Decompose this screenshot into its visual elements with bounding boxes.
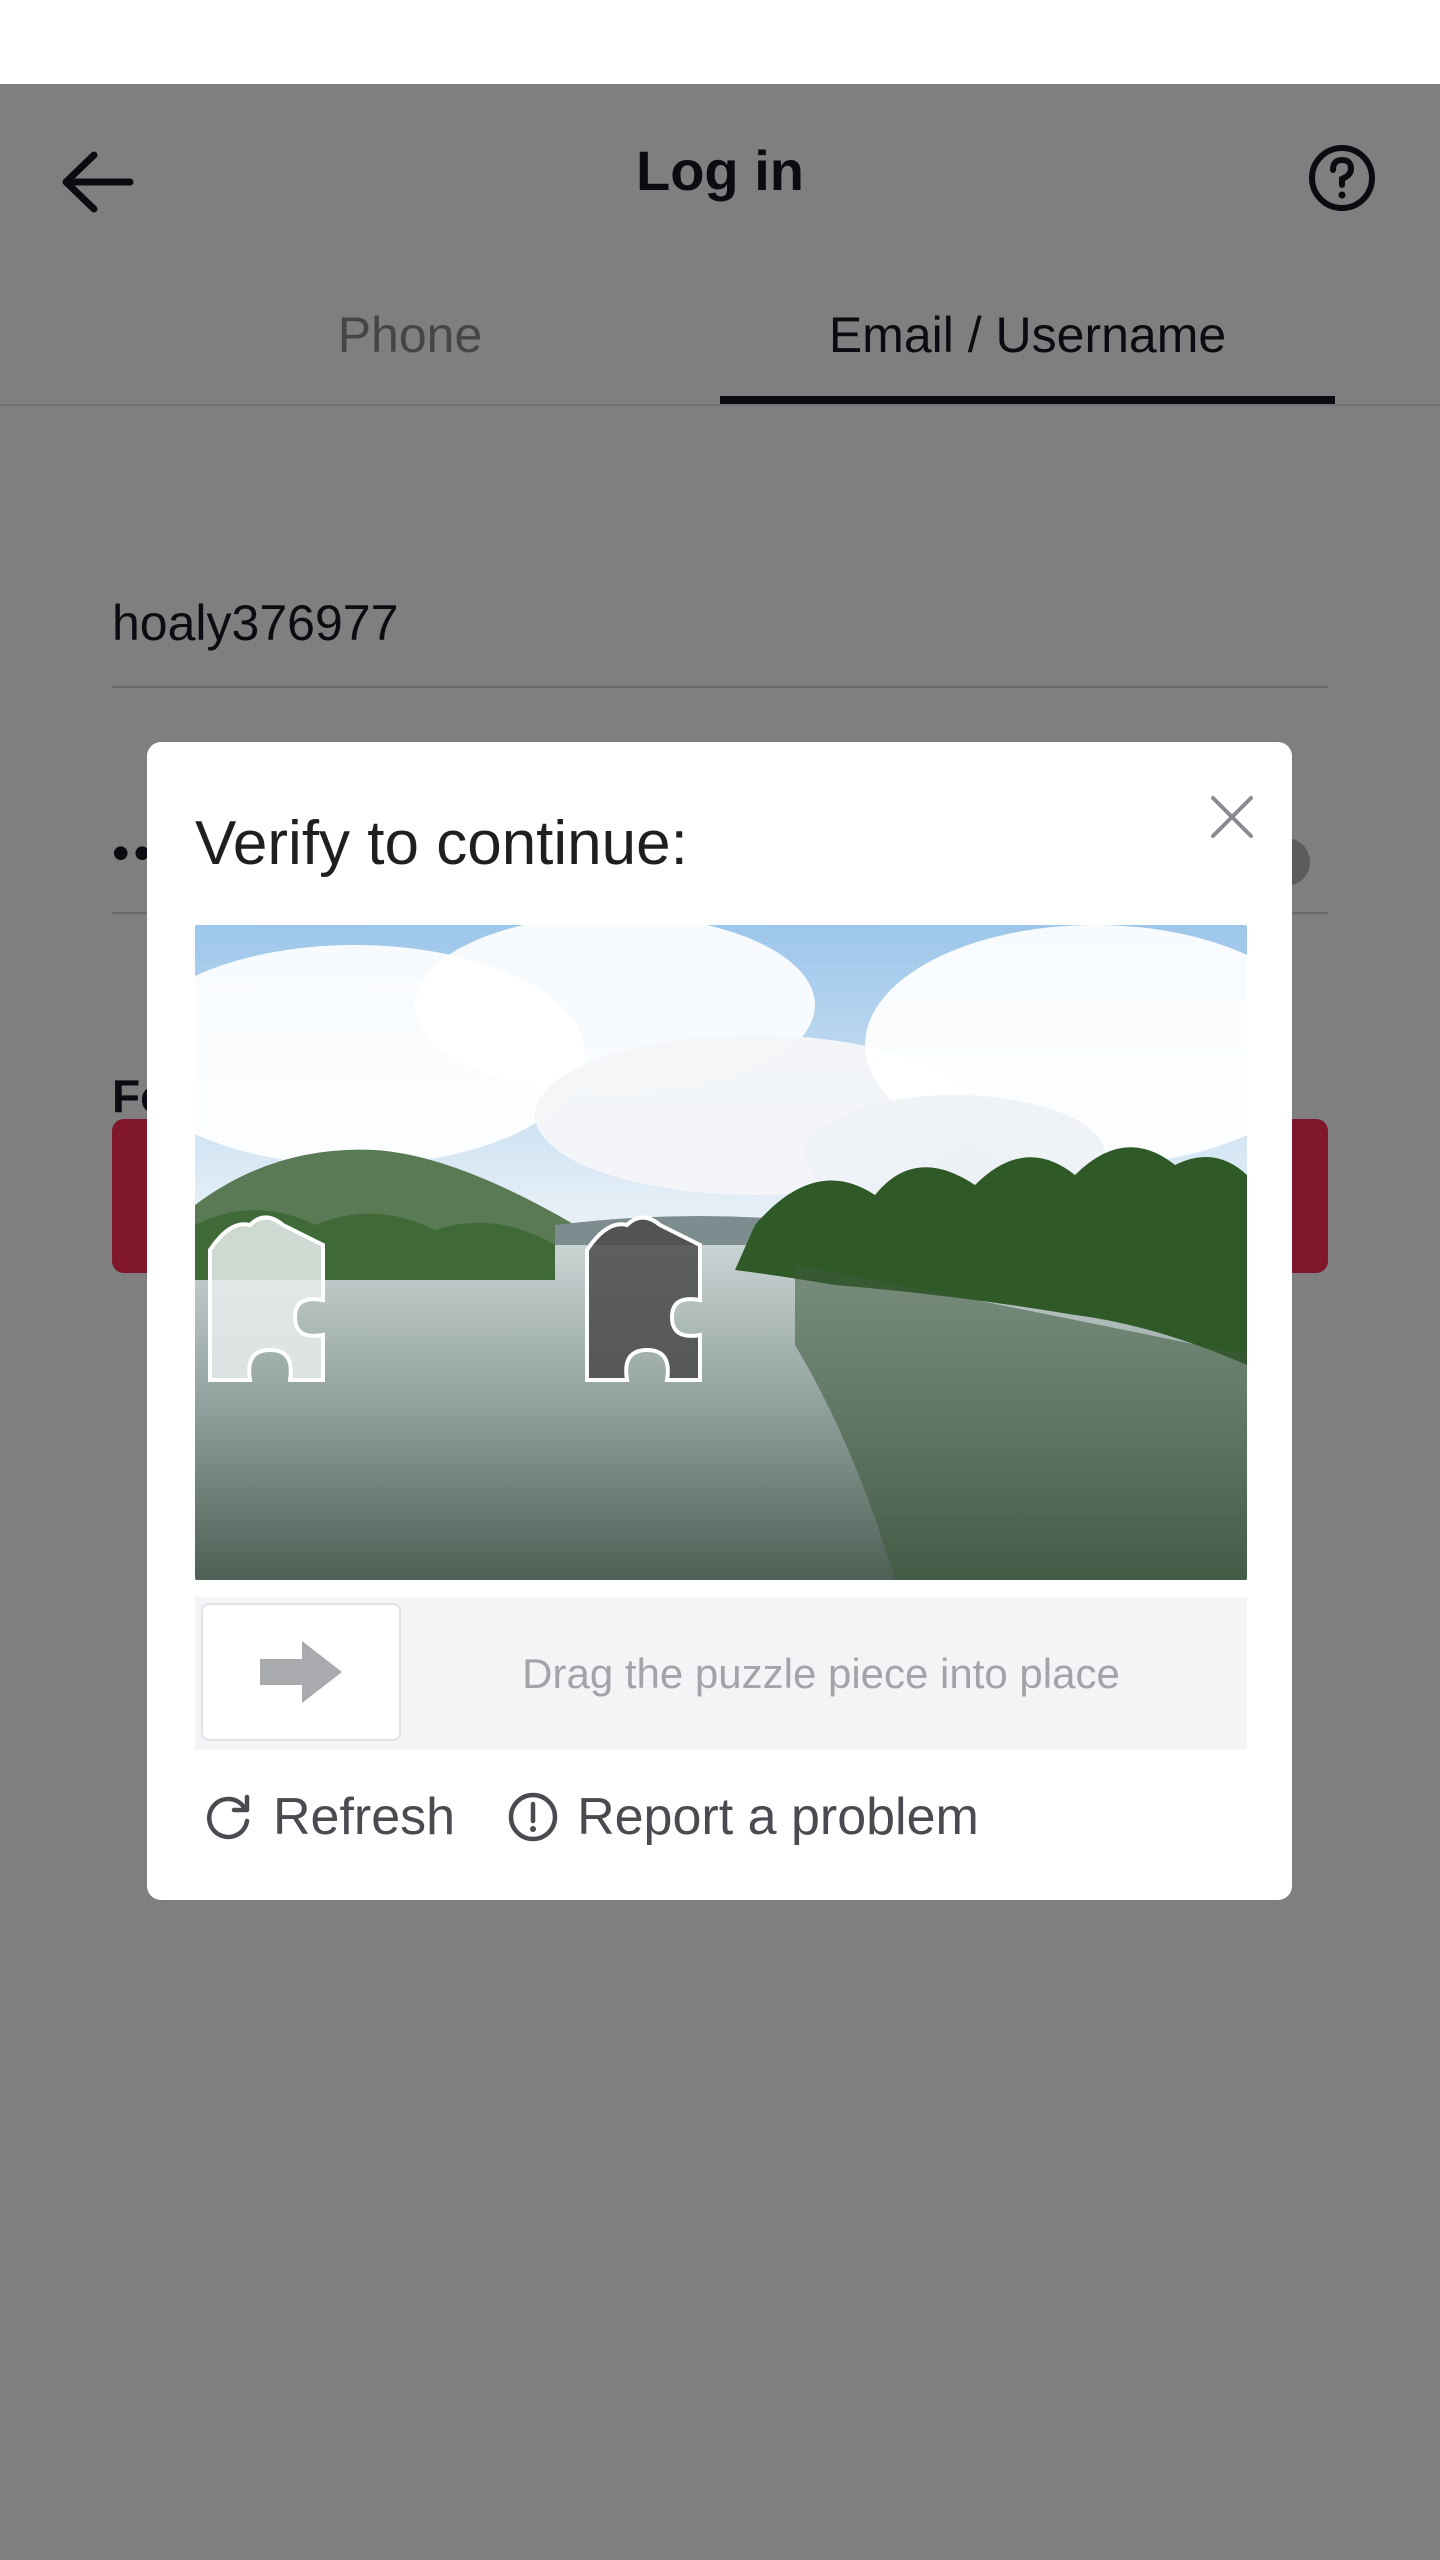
close-button[interactable] bbox=[1197, 782, 1267, 852]
status-bar bbox=[0, 0, 1440, 84]
captcha-actions: Refresh Report a problem bbox=[203, 1782, 1031, 1852]
captcha-slider-track: Drag the puzzle piece into place bbox=[195, 1597, 1247, 1750]
slider-handle[interactable] bbox=[201, 1603, 401, 1741]
refresh-icon bbox=[207, 1794, 250, 1840]
slider-hint: Drag the puzzle piece into place bbox=[522, 1649, 1120, 1697]
close-icon bbox=[1211, 796, 1253, 838]
refresh-label: Refresh bbox=[273, 1788, 456, 1846]
captcha-title: Verify to continue: bbox=[195, 809, 688, 878]
captcha-dialog: Verify to continue: Drag the puzzle piec… bbox=[147, 742, 1292, 1900]
landscape-photo bbox=[195, 925, 1247, 1580]
arrow-right-icon bbox=[260, 1641, 342, 1703]
exclamation-circle-icon bbox=[508, 1792, 558, 1842]
report-problem-label: Report a problem bbox=[577, 1788, 979, 1846]
captcha-puzzle-image bbox=[195, 925, 1247, 1580]
report-problem-button[interactable]: Report a problem bbox=[507, 1787, 979, 1847]
refresh-button[interactable]: Refresh bbox=[203, 1787, 455, 1847]
